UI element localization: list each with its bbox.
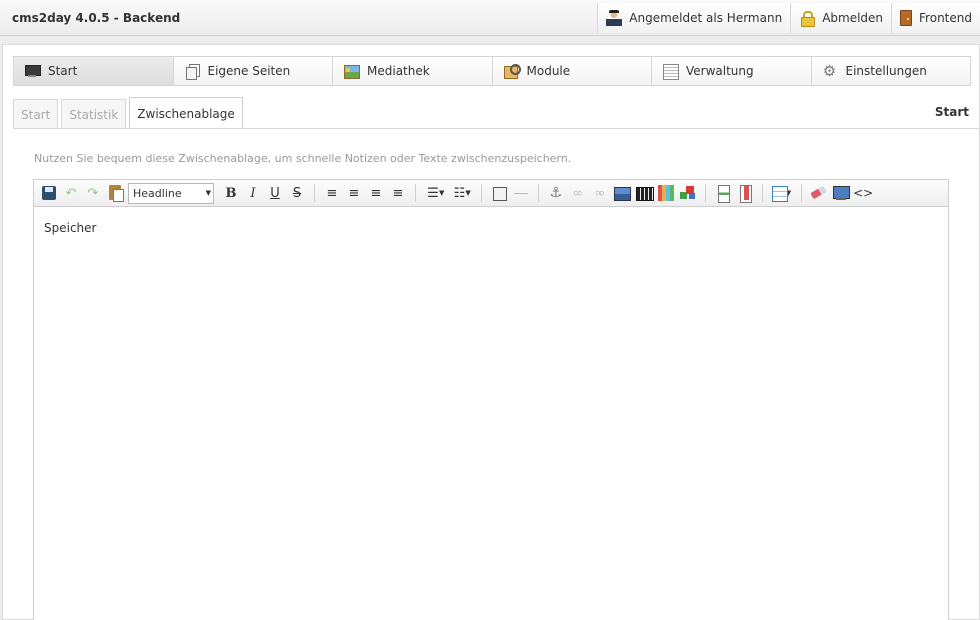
pdf-icon[interactable] [734,182,756,204]
toolbar-separator [415,184,416,202]
subtab-statistik[interactable]: Statistik [61,99,127,129]
tab-start-label: Start [48,64,78,78]
link-icon[interactable]: ∞ [567,182,589,204]
page-break-icon[interactable] [712,182,734,204]
editor-content-area[interactable]: Speicher [34,207,948,249]
tab-module[interactable]: Module [492,56,652,86]
content-panel: Start Eigene Seiten Mediathek Module Ver… [2,44,980,620]
editor-toolbar: ↶ ↷ Headline ▼ B I U S ≡ ≡ ≡ ≡ ☰ ▼ ☷ ▼ ⚓… [34,180,948,207]
preview-icon[interactable] [830,182,852,204]
top-navigation: Angemeldet als Hermann Abmelden Frontend [597,3,980,33]
sub-tabs: Start Statistik Zwischenablage [13,97,246,129]
toolbar-separator [314,184,315,202]
logged-in-user-label: Angemeldet als Hermann [629,11,783,25]
tab-divider [13,128,979,129]
frontend-link[interactable]: Frontend [891,3,980,33]
tab-verwaltung-label: Verwaltung [686,64,754,78]
logout-label: Abmelden [822,11,884,25]
toolbar-separator [761,184,763,202]
tab-einstellungen-label: Einstellungen [845,64,927,78]
modules-icon [503,63,521,79]
logout-link[interactable]: Abmelden [790,3,892,33]
clipboard-hint: Nutzen Sie bequem diese Zwischenablage, … [34,152,572,165]
numbered-list-icon[interactable]: ☷ [448,182,470,204]
tab-mediathek[interactable]: Mediathek [333,56,493,86]
align-center-icon[interactable]: ≡ [343,182,365,204]
module-icon[interactable] [677,182,699,204]
paste-icon[interactable] [104,182,126,204]
toolbar-separator [537,184,539,202]
format-select-value: Headline [133,186,182,200]
horizontal-rule-icon[interactable] [510,182,532,204]
subtab-start[interactable]: Start [13,99,59,129]
image-icon[interactable] [611,182,633,204]
media-library-icon[interactable] [655,182,677,204]
admin-icon [662,63,679,80]
monitor-icon [24,63,41,79]
tab-verwaltung[interactable]: Verwaltung [652,56,812,86]
bullet-list-icon[interactable]: ☰ [422,182,444,204]
chevron-down-icon: ▼ [205,189,211,197]
tab-eigene-seiten-label: Eigene Seiten [207,64,291,78]
format-select[interactable]: Headline ▼ [128,182,214,204]
save-icon[interactable] [38,182,60,204]
align-justify-icon[interactable]: ≡ [387,182,409,204]
video-icon[interactable] [633,182,655,204]
user-icon [606,10,623,26]
italic-icon[interactable]: I [242,182,264,204]
tab-eigene-seiten[interactable]: Eigene Seiten [173,56,333,86]
tab-mediathek-label: Mediathek [367,64,430,78]
media-icon [343,63,360,79]
frontend-label: Frontend [919,11,972,25]
align-right-icon[interactable]: ≡ [365,182,387,204]
bold-icon[interactable]: B [220,182,242,204]
rich-text-editor: ↶ ↷ Headline ▼ B I U S ≡ ≡ ≡ ≡ ☰ ▼ ☷ ▼ ⚓… [33,179,949,620]
tab-start[interactable]: Start [13,56,174,86]
top-header: cms2day 4.0.5 - Backend Angemeldet als H… [0,0,980,36]
redo-icon[interactable]: ↷ [82,182,104,204]
pages-icon [184,63,200,80]
toolbar-separator [480,184,482,202]
toolbar-separator [801,184,803,202]
table-icon[interactable] [769,182,791,204]
door-icon [900,10,913,26]
source-code-icon[interactable]: <> [852,182,874,204]
section-label: Start [934,105,969,119]
blockquote-icon[interactable] [488,182,510,204]
gear-icon: ⚙ [822,62,837,80]
tab-module-label: Module [526,64,571,78]
lock-icon [799,10,816,27]
subtab-zwischenablage[interactable]: Zwischenablage [129,97,243,129]
tab-einstellungen[interactable]: ⚙ Einstellungen [811,56,971,86]
toolbar-separator [704,184,706,202]
strikethrough-icon[interactable]: S [286,182,308,204]
remove-format-icon[interactable] [808,182,830,204]
main-tabs: Start Eigene Seiten Mediathek Module Ver… [13,56,971,86]
logged-in-user-link[interactable]: Angemeldet als Hermann [597,3,791,33]
undo-icon[interactable]: ↶ [60,182,82,204]
app-title: cms2day 4.0.5 - Backend [12,11,181,25]
anchor-icon[interactable]: ⚓ [545,182,567,204]
editor-content-text: Speicher [44,221,97,235]
unlink-icon[interactable]: ∞ [589,182,611,204]
align-left-icon[interactable]: ≡ [321,182,343,204]
underline-icon[interactable]: U [264,182,286,204]
